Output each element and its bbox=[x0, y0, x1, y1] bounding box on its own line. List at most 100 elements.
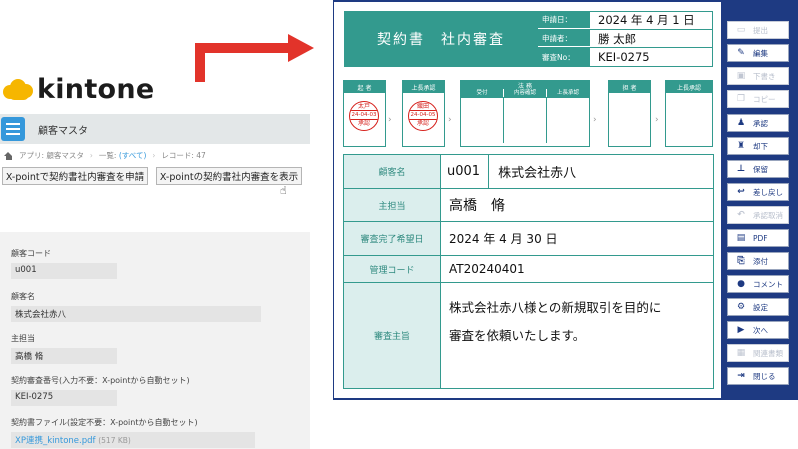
approval-stamp-b: 織田 24-04-05 承認 bbox=[408, 101, 438, 131]
review-purpose-line2: 審査を依頼いたします。 bbox=[449, 328, 586, 343]
kintone-logo-text: kintone bbox=[37, 73, 155, 105]
copy-button[interactable]: ❐ コピー bbox=[727, 90, 789, 108]
app-title: 顧客マスタ bbox=[38, 125, 88, 137]
xpoint-show-button[interactable]: X-pointの契約書社内審査を表示 bbox=[156, 167, 302, 185]
manager-value: 高橋 脩 bbox=[11, 348, 117, 364]
home-icon[interactable] bbox=[4, 151, 13, 160]
review-purpose-line1: 株式会社赤八様との新規取引を目的に bbox=[449, 300, 662, 315]
contract-file-link[interactable]: XP連携_kintone.pdf bbox=[15, 436, 96, 446]
draft-button[interactable]: ▣ 下書き bbox=[727, 67, 789, 85]
stamp-icon: ♟ bbox=[736, 118, 746, 128]
kintone-logo-icon bbox=[3, 77, 33, 101]
flow-chevron-icon: › bbox=[655, 115, 659, 125]
flow-arrow-icon bbox=[195, 34, 314, 82]
submit-button[interactable]: ▭ 提出 bbox=[727, 21, 789, 39]
hold-button[interactable]: ⊥ 保留 bbox=[727, 160, 789, 178]
row-due-date: 審査完了希望日 2024 年 4 月 30 日 bbox=[344, 222, 713, 256]
settings-button[interactable]: ⚙ 設定 bbox=[727, 298, 789, 316]
breadcrumb-app[interactable]: アプリ: 顧客マスタ bbox=[19, 150, 84, 161]
management-code-value: AT20240401 bbox=[449, 262, 525, 276]
meta-row-no: 審査No： KEI-0275 bbox=[538, 48, 713, 68]
form-title: 契約書 社内審査 bbox=[344, 11, 538, 67]
gear-icon: ⚙ bbox=[736, 302, 746, 312]
xpoint-apply-button[interactable]: X-pointで契約書社内審査を申請 bbox=[2, 167, 148, 185]
paperclip-icon: ⎘ bbox=[737, 256, 745, 266]
app-list-icon[interactable] bbox=[1, 117, 25, 141]
review-purpose-label: 審査主旨 bbox=[344, 283, 441, 388]
flow-chevron-icon: › bbox=[448, 115, 452, 125]
approval-stamp-a: 太戸 24-04-03 承認 bbox=[349, 101, 379, 131]
contract-file-label: 契約書ファイル(設定不要：X-pointから自動セット) bbox=[11, 418, 198, 427]
approval-head-boss: 上長承認 bbox=[403, 81, 444, 93]
save-icon: ▣ bbox=[736, 71, 746, 81]
record-detail-panel: 顧客コード u001 顧客名 株式会社赤八 主担当 高橋 脩 契約審査番号(入力… bbox=[0, 232, 310, 449]
row-manager: 主担当 高橋 脩 bbox=[344, 189, 713, 222]
attach-button[interactable]: ⎘ 添付 bbox=[727, 252, 789, 270]
manager-label: 主担当 bbox=[11, 334, 35, 343]
contract-no-label: 契約審査番号(入力不要：X-pointから自動セット) bbox=[11, 376, 190, 385]
meta-date-value: 2024 年 4 月 1 日 bbox=[590, 12, 713, 29]
send-back-button[interactable]: ↩ 差し戻し bbox=[727, 183, 789, 201]
form-meta-table: 申請日： 2024 年 4 月 1 日 申請者： 勝 太郎 審査No： KEI-… bbox=[538, 11, 713, 68]
cancel-approval-button[interactable]: ↶ 承認取消 bbox=[727, 206, 789, 224]
meta-applicant-label: 申請者： bbox=[538, 29, 590, 48]
due-date-label: 審査完了希望日 bbox=[344, 222, 441, 255]
related-docs-button[interactable]: ▦ 関連書類 bbox=[727, 344, 789, 362]
breadcrumb-list-link[interactable]: (すべて) bbox=[119, 151, 147, 160]
comment-button[interactable]: ● コメント bbox=[727, 275, 789, 293]
approval-head-legal: 法 務 bbox=[461, 81, 589, 90]
reject-stamp-icon: ♜ bbox=[736, 141, 746, 151]
kintone-logo: kintone bbox=[3, 72, 155, 106]
customer-label: 顧客名 bbox=[344, 155, 441, 188]
meta-applicant-value: 勝 太郎 bbox=[590, 29, 713, 48]
customer-code-label: 顧客コード bbox=[11, 249, 51, 258]
row-review-purpose: 審査主旨 株式会社赤八様との新規取引を目的に 審査を依頼いたします。 bbox=[344, 283, 713, 388]
hand-cursor-icon: ☝ bbox=[280, 184, 287, 197]
stamp-b-date: 24-04-05 bbox=[409, 112, 437, 120]
stamp-a-date: 24-04-03 bbox=[350, 112, 378, 120]
legal-sub-boss: 上長承認 bbox=[547, 89, 589, 97]
manager-label: 主担当 bbox=[344, 189, 441, 221]
app-header: 顧客マスタ bbox=[0, 114, 310, 144]
close-door-icon: ⇥ bbox=[737, 371, 745, 381]
approval-box-boss2: 上長承認 bbox=[665, 80, 713, 147]
row-management-code: 管理コード AT20240401 bbox=[344, 256, 713, 283]
meta-row-date: 申請日： 2024 年 4 月 1 日 bbox=[538, 11, 713, 30]
meta-date-label: 申請日： bbox=[538, 12, 590, 29]
copy-icon: ❐ bbox=[736, 94, 746, 104]
pdf-button[interactable]: ▤ PDF bbox=[727, 229, 789, 247]
breadcrumb-record: レコード: 47 bbox=[161, 151, 206, 160]
due-date-value: 2024 年 4 月 30 日 bbox=[449, 232, 558, 246]
close-button[interactable]: ⇥ 閉じる bbox=[727, 367, 789, 385]
customer-name-label: 顧客名 bbox=[11, 292, 35, 301]
breadcrumb: アプリ: 顧客マスタ › 一覧: (すべて) › レコード: 47 bbox=[4, 150, 206, 161]
approval-head-drafter: 起 者 bbox=[344, 81, 385, 93]
comment-icon: ● bbox=[737, 279, 745, 289]
customer-name-value: 株式会社赤八 bbox=[11, 306, 261, 322]
breadcrumb-list: 一覧: (すべて) bbox=[98, 151, 147, 160]
next-button[interactable]: ▶ 次へ bbox=[727, 321, 789, 339]
legal-sub-review: 内容確認 bbox=[504, 89, 547, 97]
reject-button[interactable]: ♜ 却下 bbox=[727, 137, 789, 155]
customer-name: 株式会社赤八 bbox=[498, 166, 577, 181]
contract-file-size: (517 KB) bbox=[98, 436, 131, 445]
customer-code: u001 bbox=[447, 155, 490, 188]
flow-chevron-icon: › bbox=[388, 115, 392, 125]
approval-box-legal: 法 務 受付 内容確認 上長承認 bbox=[460, 80, 590, 147]
pdf-icon: ▤ bbox=[736, 233, 746, 243]
management-code-label: 管理コード bbox=[344, 256, 441, 282]
contract-file-value: XP連携_kintone.pdf (517 KB) bbox=[11, 432, 255, 448]
approval-box-charge: 担 者 bbox=[608, 80, 651, 147]
undo-icon: ↶ bbox=[737, 210, 745, 220]
form-main-table: 顧客名 u001 株式会社赤八 主担当 高橋 脩 審査完了希望日 2024 年 … bbox=[343, 154, 714, 389]
meta-no-value: KEI-0275 bbox=[590, 48, 713, 67]
pin-icon: ⊥ bbox=[736, 164, 746, 174]
pencil-icon: ✎ bbox=[737, 48, 745, 58]
edit-button[interactable]: ✎ 編集 bbox=[727, 44, 789, 62]
customer-code-value: u001 bbox=[11, 263, 117, 279]
approve-button[interactable]: ♟ 承認 bbox=[727, 114, 789, 132]
next-icon: ▶ bbox=[737, 325, 745, 335]
contract-no-value: KEI-0275 bbox=[11, 390, 117, 406]
approval-head-boss2: 上長承認 bbox=[666, 81, 712, 93]
related-docs-icon: ▦ bbox=[736, 348, 746, 358]
